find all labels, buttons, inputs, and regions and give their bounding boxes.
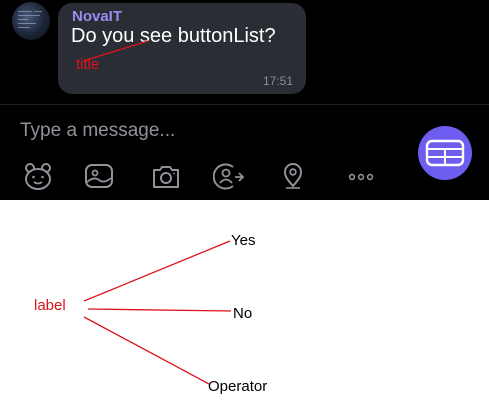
button-keyboard-icon xyxy=(425,139,465,167)
option-yes: Yes xyxy=(231,232,256,249)
option-no: No xyxy=(233,305,253,322)
share-contact-button[interactable] xyxy=(212,160,246,192)
gallery-button[interactable] xyxy=(82,160,116,192)
image-icon xyxy=(85,164,113,188)
avatar[interactable] xyxy=(12,2,50,40)
share-contact-icon xyxy=(213,163,245,190)
option-operator: Operator xyxy=(208,378,268,395)
button-keyboard-toggle[interactable] xyxy=(418,126,472,180)
location-icon xyxy=(283,163,303,189)
camera-icon xyxy=(153,166,179,188)
chat-screen: NovaIT Do you see buttonList? 17:51 xyxy=(0,0,489,200)
message-text: Do you see buttonList? xyxy=(71,25,276,47)
sticker-button[interactable] xyxy=(21,160,55,192)
composer-divider xyxy=(0,104,489,105)
label-annotation: label xyxy=(34,297,66,314)
location-button[interactable] xyxy=(276,160,310,192)
sender-name: NovaIT xyxy=(72,8,123,25)
message-bubble[interactable]: NovaIT Do you see buttonList? 17:51 xyxy=(58,3,306,94)
title-annotation: title xyxy=(76,56,100,73)
more-button[interactable] xyxy=(344,160,378,192)
camera-button[interactable] xyxy=(149,160,183,192)
sticker-icon xyxy=(25,163,51,190)
message-time: 17:51 xyxy=(262,74,293,88)
message-input[interactable] xyxy=(20,116,380,146)
more-icon xyxy=(348,173,374,181)
